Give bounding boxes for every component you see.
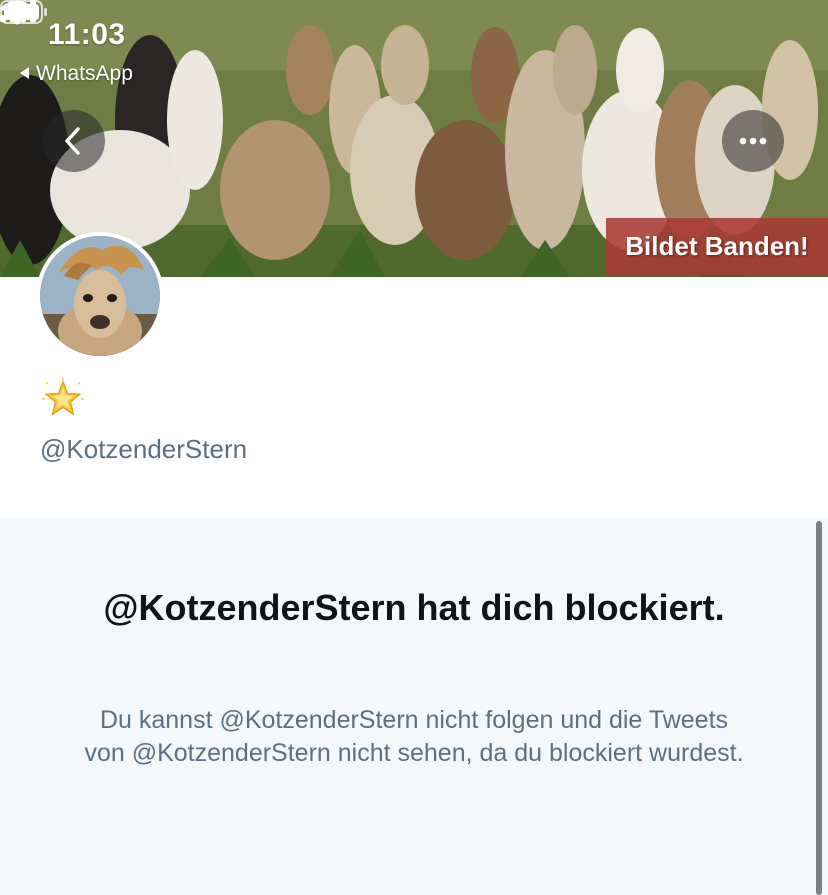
more-options-button[interactable] xyxy=(722,110,784,172)
back-to-app-link[interactable]: WhatsApp xyxy=(20,62,133,86)
back-triangle-icon xyxy=(20,67,29,79)
ellipsis-icon xyxy=(739,137,767,145)
back-app-label: WhatsApp xyxy=(36,62,133,85)
battery-icon xyxy=(0,0,47,24)
profile-avatar[interactable] xyxy=(36,232,164,360)
banner-caption: Bildet Banden! xyxy=(606,218,828,275)
display-name xyxy=(42,378,84,425)
blocked-title: @KotzenderStern hat dich blockiert. xyxy=(103,587,725,628)
profile-banner[interactable]: 11:03 WhatsApp Bildet Banden! xyxy=(0,0,828,277)
back-button[interactable] xyxy=(43,110,105,172)
chevron-left-icon xyxy=(65,127,80,155)
blocked-description: Du kannst @KotzenderStern nicht folgen u… xyxy=(84,706,744,767)
status-time: 11:03 xyxy=(48,18,126,51)
profile-handle: @KotzenderStern xyxy=(40,434,248,464)
glowing-star-icon xyxy=(42,378,84,416)
scrollbar[interactable] xyxy=(816,521,822,895)
alpaca-avatar-image xyxy=(40,236,160,356)
